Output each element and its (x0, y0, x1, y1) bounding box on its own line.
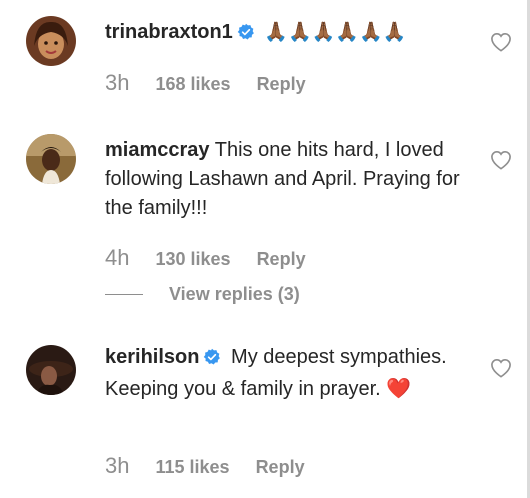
username-link[interactable]: trinabraxton1 (105, 21, 233, 43)
view-replies-label: View replies (3) (169, 284, 300, 304)
comment-time[interactable]: 4h (105, 245, 129, 270)
comment-text: miamccray This one hits hard, I loved fo… (105, 136, 475, 223)
likes-count-button[interactable]: 130 likes (155, 249, 230, 269)
likes-count-button[interactable]: 115 likes (155, 457, 229, 477)
reply-button[interactable]: Reply (256, 457, 305, 477)
reply-button[interactable]: Reply (257, 74, 306, 94)
comment-meta: 4h 130 likes Reply (105, 245, 306, 271)
verified-badge-icon (203, 346, 221, 375)
avatar[interactable] (26, 345, 76, 395)
reply-button[interactable]: Reply (257, 249, 306, 269)
heart-outline-icon[interactable] (490, 32, 512, 52)
comment-time[interactable]: 3h (105, 453, 129, 478)
replies-divider (105, 294, 143, 295)
comment-meta: 3h 115 likes Reply (105, 453, 305, 479)
comment-text: trinabraxton1 🙏🏾🙏🏾🙏🏾🙏🏾🙏🏾🙏🏾 (105, 18, 475, 50)
likes-count-button[interactable]: 168 likes (155, 74, 230, 94)
comment-meta: 3h 168 likes Reply (105, 70, 306, 96)
heart-outline-icon[interactable] (490, 358, 512, 378)
comment-time[interactable]: 3h (105, 70, 129, 95)
verified-badge-icon (237, 21, 255, 50)
comment-text: kerihilson My deepest sympathies. Keepin… (105, 343, 475, 404)
username-link[interactable]: kerihilson (105, 346, 199, 368)
comment-emoji-text: 🙏🏾🙏🏾🙏🏾🙏🏾🙏🏾🙏🏾 (264, 22, 407, 43)
red-heart-emoji: ❤️ (386, 378, 412, 400)
username-link[interactable]: miamccray (105, 139, 210, 161)
avatar[interactable] (26, 16, 76, 66)
view-replies-button[interactable]: View replies (3) (105, 284, 300, 305)
heart-outline-icon[interactable] (490, 150, 512, 170)
avatar[interactable] (26, 134, 76, 184)
